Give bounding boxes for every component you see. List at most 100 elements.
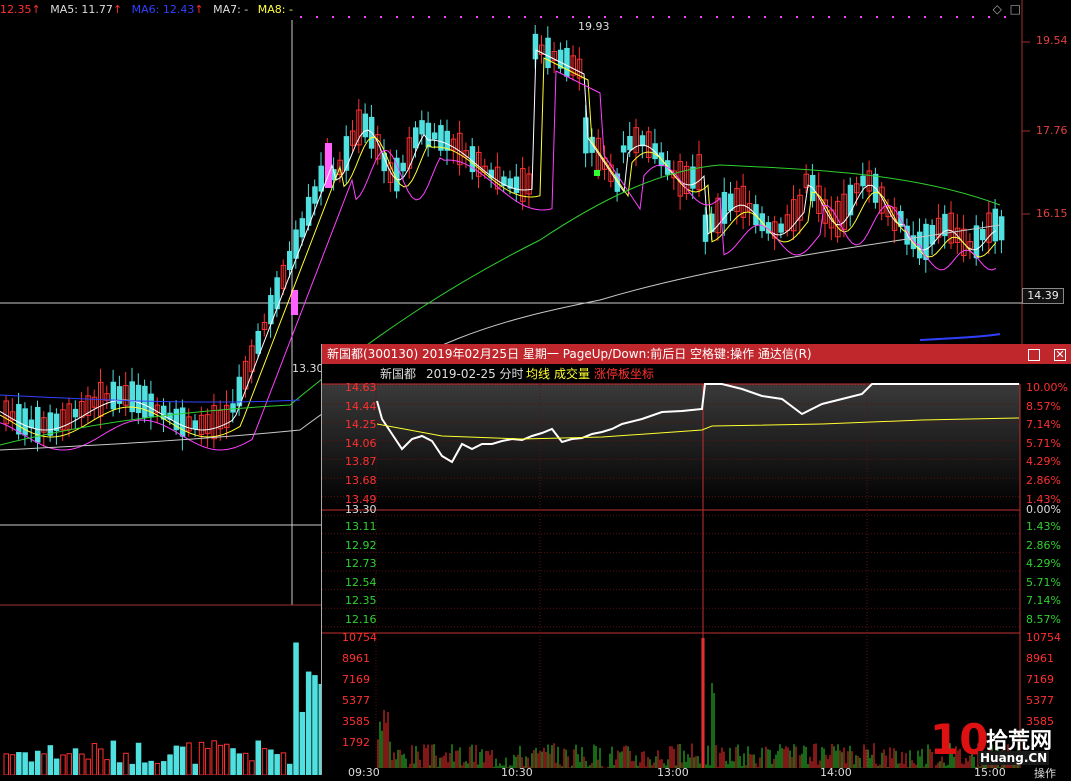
price-tick-down: 12.16	[345, 613, 377, 626]
volume-bar	[66, 753, 72, 775]
candle-body	[318, 165, 324, 192]
time-label: 09:30	[348, 766, 380, 779]
volume-bar	[116, 762, 123, 775]
intraday-popup[interactable]: 新国都(300130) 2019年02月25日 星期一 PageUp/Down:…	[321, 344, 1071, 780]
volume-tick: 1792	[342, 736, 370, 749]
ma5: MA5: 11.77↑	[50, 3, 123, 16]
volume-tick: 7169	[342, 673, 370, 686]
price-tick-down: 13.11	[345, 520, 377, 533]
price-tick-down: 12.73	[345, 557, 377, 571]
candle-body	[22, 408, 28, 436]
square-icon[interactable]: □	[1010, 2, 1021, 16]
watermark-logo: 10 拾荒网 Huang.CN	[930, 715, 1060, 771]
volume-bar	[192, 763, 198, 775]
high-price-label: 19.93	[578, 20, 610, 33]
volume-bar	[305, 671, 312, 775]
price-tick-up: 13.87	[345, 455, 377, 469]
candle-body	[639, 135, 646, 147]
volume-tick-right: 10754	[1026, 631, 1061, 644]
pct-tick-mid: 0.00%	[1026, 503, 1061, 516]
ma-close: 12.35↑	[0, 3, 41, 16]
volume-bar	[312, 675, 318, 775]
ma6: MA6: 12.43↑	[131, 3, 204, 16]
volume-bar	[123, 752, 129, 775]
volume-bar	[293, 642, 299, 775]
candle-body	[255, 330, 261, 354]
candle-body	[161, 405, 167, 420]
diamond-icon[interactable]: ◇	[993, 2, 1002, 16]
volume-bar	[22, 752, 28, 775]
candle-body	[287, 250, 293, 271]
candle-body	[998, 216, 1005, 241]
ma7: MA7: -	[213, 3, 249, 16]
volume-bar	[274, 754, 280, 775]
candle-body	[142, 385, 148, 418]
candle-body	[47, 412, 54, 436]
candle-body	[419, 120, 425, 135]
volume-bar	[249, 760, 255, 775]
price-tick: 19.54	[1036, 34, 1068, 47]
volume-bar	[236, 753, 243, 775]
highlight-candle	[291, 290, 298, 315]
volume-bar	[261, 748, 268, 775]
price-tick-down: 12.35	[345, 594, 377, 608]
pct-tick-down: 4.29%	[1026, 557, 1061, 571]
pct-tick-down: 5.71%	[1026, 575, 1061, 589]
volume-bar	[230, 748, 236, 775]
volume-bar	[205, 747, 211, 775]
volume-bar	[280, 752, 287, 775]
volume-tick: 10754	[342, 631, 377, 644]
candle-body	[444, 130, 450, 151]
volume-bar	[186, 742, 192, 775]
volume-bar	[179, 746, 186, 775]
volume-bar	[85, 758, 91, 775]
volume-bar	[9, 754, 16, 775]
candle-body	[400, 162, 406, 172]
volume-bar	[167, 754, 173, 775]
volume-bar	[142, 762, 148, 775]
volume-bar	[198, 741, 205, 775]
candle-body	[394, 157, 400, 192]
price-tick-up: 14.63	[345, 381, 377, 394]
price-tick-up: 14.44	[345, 399, 377, 413]
candle-body	[299, 218, 306, 238]
highlight-candle	[594, 170, 600, 176]
candle-body	[973, 225, 980, 259]
volume-bar	[110, 740, 117, 775]
candle-body	[980, 228, 986, 241]
price-tick: 17.76	[1036, 124, 1068, 137]
volume-bar	[60, 754, 66, 775]
volume-tick-right: 7169	[1026, 673, 1054, 686]
candle-body	[230, 403, 236, 413]
intraday-chart[interactable]	[322, 344, 1071, 775]
volume-bar	[47, 745, 54, 775]
volume-tick-right: 5377	[1026, 694, 1054, 707]
top-marker	[1004, 16, 1006, 18]
time-label: 10:30	[501, 766, 533, 779]
candle-body	[438, 125, 444, 151]
volume-bar	[299, 711, 306, 775]
candle-body	[28, 419, 35, 429]
pct-tick-up: 7.14%	[1026, 418, 1061, 432]
volume-bar	[217, 744, 224, 775]
volume-bar	[242, 752, 249, 775]
candle-body	[179, 407, 186, 437]
volume-bar	[268, 749, 274, 775]
price-tick-up: 14.25	[345, 418, 377, 432]
time-label: 13:00	[657, 766, 689, 779]
volume-bar	[154, 762, 161, 775]
volume-bar	[129, 763, 135, 775]
candle-body	[545, 37, 551, 69]
volume-bar	[16, 752, 22, 775]
pct-tick-down: 1.43%	[1026, 520, 1061, 533]
candle-body	[425, 122, 432, 148]
volume-bar	[161, 761, 167, 775]
time-label: 14:00	[820, 766, 852, 779]
volume-bar	[28, 761, 35, 775]
pct-tick-down: 8.57%	[1026, 613, 1061, 626]
volume-bar	[173, 745, 180, 775]
volume-bar	[53, 758, 60, 775]
pct-tick-up: 8.57%	[1026, 399, 1061, 413]
candle-body	[627, 135, 633, 151]
cursor-price-label: 13.30	[292, 362, 324, 375]
